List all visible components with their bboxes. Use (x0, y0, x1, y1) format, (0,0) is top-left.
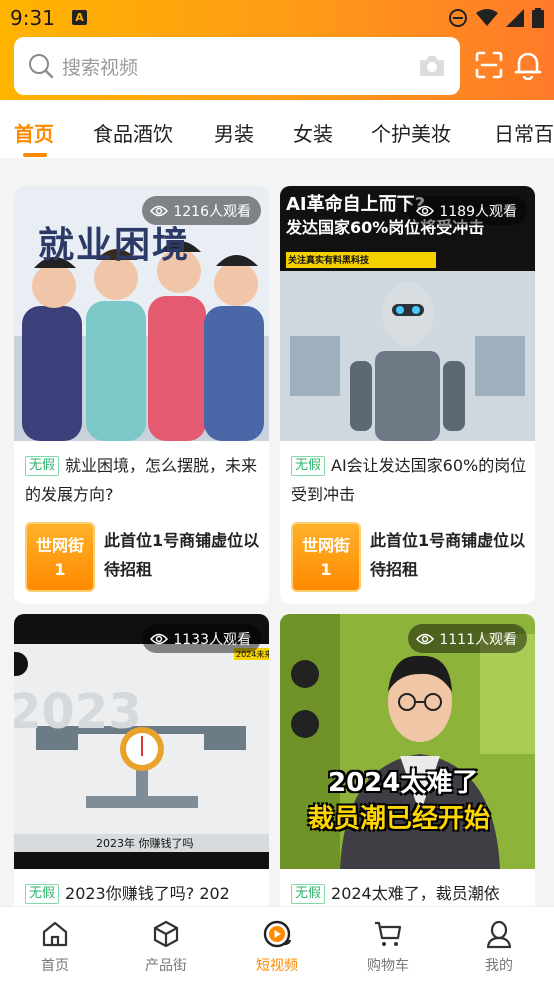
notification-badge-icon: A (72, 10, 87, 25)
nav-product-street-label: 产品街 (145, 958, 187, 974)
video-thumbnail[interactable]: 2024太难了 裁员潮已经开始 1111人观看 (280, 614, 535, 869)
video-thumbnail[interactable]: AI革命自上而下? 发达国家60%岗位将受冲击 关注真实有料黑科技 1189人观… (280, 186, 535, 441)
shop-vacancy-text[interactable]: 此首位1号商铺虚位以待招租 (104, 526, 264, 584)
eye-icon (416, 205, 435, 216)
video-title-text: 2023你赚钱了吗? 202 (65, 884, 230, 903)
thumbnail-caption: 2023年 你赚钱了吗 (96, 837, 194, 850)
tab-womenswear[interactable]: 女装 (293, 118, 333, 147)
status-icons (448, 8, 544, 28)
shop-badge-line2: 1 (54, 560, 66, 579)
box-icon (153, 920, 179, 948)
video-icon (263, 920, 292, 948)
eye-icon (150, 205, 169, 216)
authentic-tag: 无假 (25, 456, 60, 476)
tab-food-drink[interactable]: 食品酒饮 (93, 118, 173, 147)
video-card[interactable]: AI革命自上而下? 发达国家60%岗位将受冲击 关注真实有料黑科技 1189人观… (280, 186, 535, 604)
shop-badge[interactable]: 世网街 1 (25, 522, 95, 592)
nav-product-street[interactable]: 产品街 (111, 907, 221, 984)
authentic-tag: 无假 (291, 884, 326, 904)
search-box[interactable]: 搜索视频 (14, 37, 460, 95)
user-icon (486, 920, 512, 949)
video-title[interactable]: 无假 就业困境，怎么摆脱，未来的发展方向? (25, 451, 261, 509)
status-time: 9:31 (10, 6, 55, 30)
shop-vacancy-text[interactable]: 此首位1号商铺虚位以待招租 (370, 526, 530, 584)
cart-icon (375, 921, 402, 946)
wifi-icon (476, 9, 498, 26)
shop-badge[interactable]: 世网街 1 (291, 522, 361, 592)
header-bar: 9:31 A 搜索视频 (0, 0, 554, 100)
nav-home-label: 首页 (41, 958, 69, 974)
view-count: 1216人观看 (173, 203, 251, 220)
camera-icon[interactable] (418, 54, 446, 78)
nav-profile[interactable]: 我的 (444, 907, 554, 984)
shop-badge-line1: 世网街 (35, 536, 84, 555)
battery-icon (532, 8, 544, 28)
scan-icon[interactable] (474, 50, 504, 80)
shop-badge-line2: 1 (320, 560, 332, 579)
view-count-badge: 1189人观看 (408, 196, 527, 225)
tab-daily[interactable]: 日常百 (494, 118, 554, 147)
search-icon (29, 54, 54, 79)
authentic-tag: 无假 (291, 456, 326, 476)
view-count: 1111人观看 (439, 631, 517, 648)
home-icon (42, 921, 68, 947)
tab-home[interactable]: 首页 (14, 118, 54, 147)
video-card[interactable]: 2024太难了 裁员潮已经开始 1111人观看 无假 2024太难了，裁员潮依 (280, 614, 535, 914)
video-title-text: 2024太难了，裁员潮依 (331, 884, 500, 903)
video-title[interactable]: 无假 2024太难了，裁员潮依 (291, 879, 527, 908)
nav-short-video[interactable]: 短视频 (222, 907, 332, 984)
thumbnail-year: 2023 (14, 684, 142, 740)
status-bar: 9:31 A (0, 0, 554, 36)
thumbnail-headline-1: AI革命自上而下? (286, 194, 426, 215)
bell-icon[interactable] (513, 50, 543, 80)
bottom-nav: 首页 产品街 短视频 购物车 我的 (0, 906, 554, 984)
signal-icon (506, 9, 524, 27)
video-title[interactable]: 无假 AI会让发达国家60%的岗位受到冲击 (291, 451, 527, 509)
dnd-icon (449, 9, 467, 27)
view-count: 1133人观看 (173, 631, 251, 648)
nav-cart-label: 购物车 (367, 958, 409, 974)
video-thumbnail[interactable]: 2023 2023年 你赚钱了吗 2024未来 1133人观看 (14, 614, 269, 869)
shop-badge-line1: 世网街 (301, 536, 350, 555)
eye-icon (150, 633, 169, 644)
video-card[interactable]: 就业困境 1216人观看 无假 就业困境，怎么摆脱，未来的发展方向? 世网街 1 此… (14, 186, 269, 604)
eye-icon (416, 633, 435, 644)
search-placeholder: 搜索视频 (62, 57, 139, 79)
view-count-badge: 1111人观看 (408, 624, 527, 653)
tab-menswear[interactable]: 男装 (214, 118, 254, 147)
nav-short-video-label: 短视频 (256, 958, 298, 974)
thumbnail-subline: 关注真实有料黑科技 (288, 256, 370, 266)
video-card[interactable]: 2023 2023年 你赚钱了吗 2024未来 1133人观看 无假 2023你赚… (14, 614, 269, 914)
thumbnail-headline-1: 2024太难了 (328, 768, 479, 798)
nav-profile-label: 我的 (485, 958, 513, 974)
video-thumbnail[interactable]: 就业困境 1216人观看 (14, 186, 269, 441)
nav-cart[interactable]: 购物车 (333, 907, 443, 984)
authentic-tag: 无假 (25, 884, 60, 904)
view-count-badge: 1133人观看 (142, 624, 261, 653)
nav-home[interactable]: 首页 (0, 907, 110, 984)
category-tabs: 首页 食品酒饮 男装 女装 个护美妆 日常百 (0, 100, 554, 158)
view-count: 1189人观看 (439, 203, 517, 220)
thumbnail-headline-2: 裁员潮已经开始 (308, 804, 491, 834)
tab-personal-care[interactable]: 个护美妆 (371, 118, 451, 147)
video-title-text: 就业困境，怎么摆脱，未来的发展方向? (25, 456, 258, 504)
active-tab-indicator (23, 153, 47, 157)
video-title-text: AI会让发达国家60%的岗位受到冲击 (291, 456, 527, 504)
view-count-badge: 1216人观看 (142, 196, 261, 225)
video-title[interactable]: 无假 2023你赚钱了吗? 202 (25, 879, 261, 908)
